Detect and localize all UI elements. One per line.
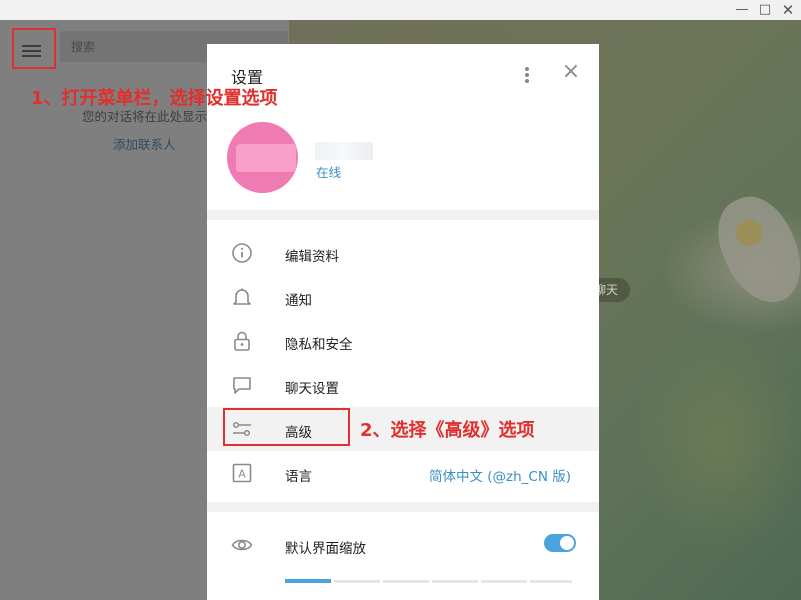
minimize-button[interactable]: —: [731, 0, 753, 20]
search-placeholder: 搜索: [71, 40, 96, 54]
maximize-button[interactable]: □: [754, 0, 776, 20]
annotation-step-1: 1、打开菜单栏，选择设置选项: [31, 88, 278, 109]
menu-item-label: 编辑资料: [285, 249, 339, 265]
wallpaper-flower: [704, 184, 801, 316]
section-divider: [207, 502, 599, 512]
language-value[interactable]: 简体中文 (@zh_CN 版): [429, 465, 571, 485]
menu-item-label: 通知: [285, 293, 312, 309]
menu-item-default-scale[interactable]: 默认界面缩放: [207, 523, 599, 567]
scale-toggle[interactable]: [544, 534, 576, 552]
scale-slider-segment[interactable]: [481, 580, 527, 583]
info-icon: [232, 243, 252, 263]
menu-item-label: 语言: [285, 469, 312, 485]
scale-slider-segment[interactable]: [432, 580, 478, 583]
bell-icon: [233, 288, 251, 305]
eye-icon: [231, 539, 253, 551]
scale-slider-segment[interactable]: [530, 580, 572, 583]
annotation-box-advanced: [223, 408, 350, 446]
annotation-box-menu: [12, 28, 56, 69]
close-icon[interactable]: ×: [559, 60, 583, 84]
annotation-step-2: 2、选择《高级》选项: [360, 420, 535, 441]
window-titlebar: — □ ✕: [0, 0, 801, 20]
language-icon: A: [232, 463, 252, 483]
menu-item-chat-settings[interactable]: 聊天设置: [207, 363, 599, 407]
menu-item-edit-profile[interactable]: 编辑资料: [207, 231, 599, 275]
scale-slider-fill: [285, 579, 331, 583]
scale-slider-segment[interactable]: [334, 580, 380, 583]
menu-item-label: 默认界面缩放: [285, 541, 366, 557]
menu-item-label: 隐私和安全: [285, 337, 353, 353]
profile-status: 在线: [316, 165, 342, 180]
chat-bubble-icon: [233, 377, 251, 394]
menu-item-language[interactable]: A 语言 简体中文 (@zh_CN 版): [207, 451, 599, 495]
section-divider: [207, 210, 599, 220]
close-window-button[interactable]: ✕: [777, 0, 799, 20]
profile-name-blurred: [315, 142, 373, 160]
scale-slider-segment[interactable]: [383, 580, 429, 583]
settings-dialog: 设置 × 在线 编辑资料 通知 隐私和安全 聊天设置 高级 A 语言 简体中文 …: [207, 44, 599, 600]
more-options-icon[interactable]: [517, 64, 537, 84]
add-contact-link[interactable]: 添加联系人: [113, 134, 176, 153]
lock-icon: [234, 331, 250, 351]
menu-item-label: 聊天设置: [285, 381, 339, 397]
menu-item-privacy[interactable]: 隐私和安全: [207, 319, 599, 363]
menu-item-notifications[interactable]: 通知: [207, 275, 599, 319]
svg-text:A: A: [238, 468, 246, 481]
avatar-blurred-initials: [236, 144, 296, 172]
wallpaper-flower-center: [736, 220, 762, 246]
